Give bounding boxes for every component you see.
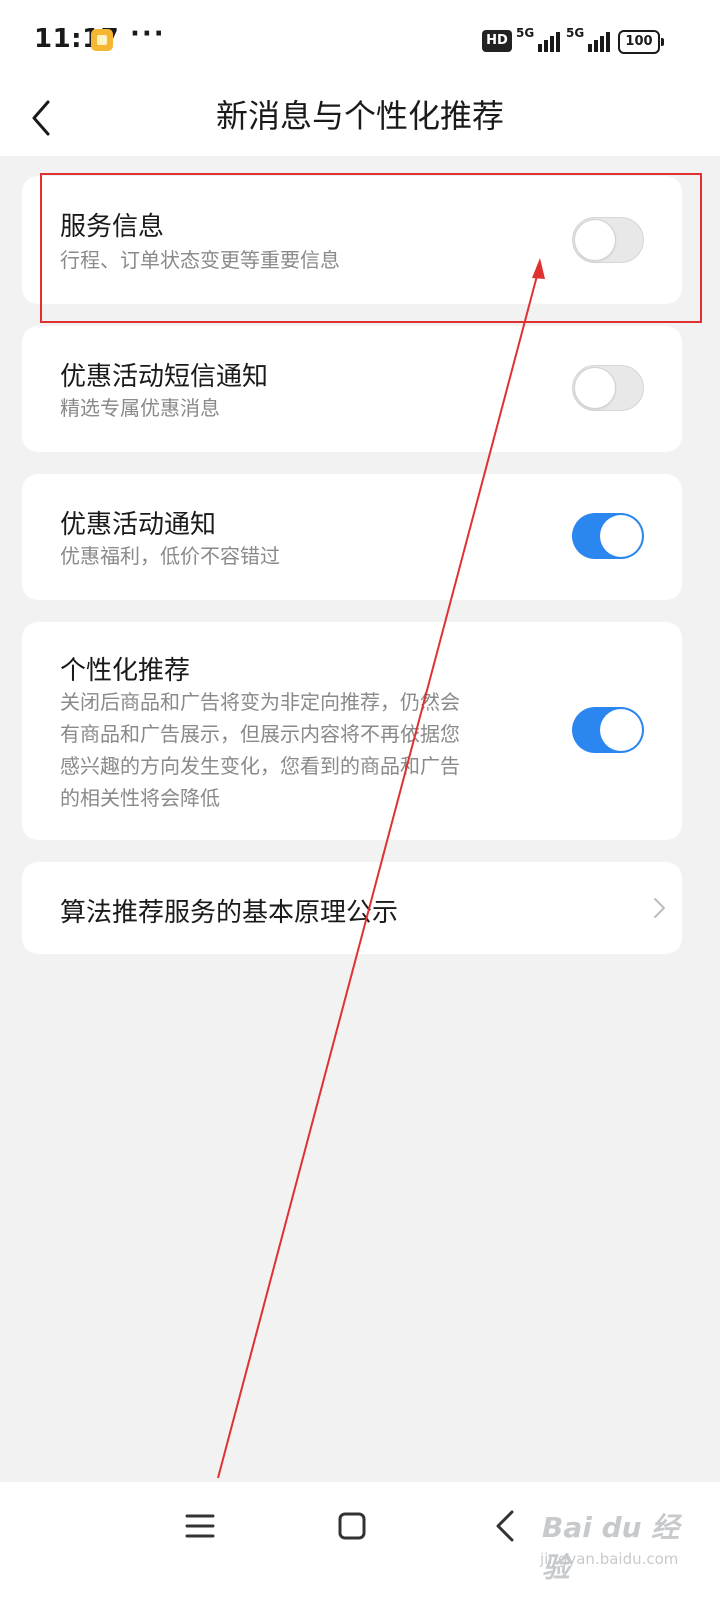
algorithm-principle-link[interactable]: 算法推荐服务的基本原理公示 [22, 862, 682, 954]
toggle-knob [600, 515, 642, 557]
setting-title: 优惠活动通知 [60, 510, 217, 540]
description-line: 关闭后商品和广告将变为非定向推荐，仍然会 [60, 690, 460, 714]
link-title: 算法推荐服务的基本原理公示 [60, 898, 399, 928]
toggle-knob [574, 219, 616, 261]
system-nav-bar [0, 1482, 720, 1600]
signal-strength-icon-2: 5G [566, 26, 614, 52]
battery-icon: 100 [618, 30, 664, 54]
setting-description: 优惠福利，低价不容错过 [60, 544, 280, 568]
notification-icon [91, 29, 113, 51]
personalized-recommend-toggle[interactable] [572, 707, 644, 753]
nav-home-button[interactable] [330, 1504, 374, 1548]
setting-card-personalized: 个性化推荐 关闭后商品和广告将变为非定向推荐，仍然会 有商品和广告展示，但展示内… [22, 622, 682, 840]
nav-menu-button[interactable] [178, 1504, 222, 1548]
setting-title: 优惠活动短信通知 [60, 362, 269, 392]
description-line: 感兴趣的方向发生变化，您看到的商品和广告 [60, 754, 460, 778]
promo-notify-toggle[interactable] [572, 513, 644, 559]
setting-description: 精选专属优惠消息 [60, 396, 220, 420]
network-type-label-2: 5G [566, 26, 585, 40]
status-bar: 11:17 ··· HD 5G 5G 100 [0, 0, 720, 80]
setting-description: 关闭后商品和广告将变为非定向推荐，仍然会 有商品和广告展示，但展示内容将不再依据… [60, 686, 460, 814]
back-triangle-icon [496, 1510, 514, 1542]
setting-title: 服务信息 [60, 212, 165, 242]
page-title: 新消息与个性化推荐 [215, 97, 504, 135]
toggle-knob [574, 367, 616, 409]
promo-sms-toggle[interactable] [572, 365, 644, 411]
service-info-toggle[interactable] [572, 217, 644, 263]
signal-strength-icon-1: 5G [516, 26, 564, 52]
nav-back-button[interactable] [484, 1504, 528, 1548]
chevron-right-icon [654, 898, 665, 918]
toggle-knob [600, 709, 642, 751]
description-line: 的相关性将会降低 [60, 786, 220, 810]
setting-title: 个性化推荐 [60, 656, 191, 686]
hd-voice-icon: HD [482, 30, 512, 52]
square-icon [338, 1512, 366, 1540]
more-notifications-icon: ··· [130, 19, 166, 49]
setting-card-service-info: 服务信息 行程、订单状态变更等重要信息 [22, 176, 682, 304]
setting-card-promo-notify: 优惠活动通知 优惠福利，低价不容错过 [22, 474, 682, 600]
setting-card-promo-sms: 优惠活动短信通知 精选专属优惠消息 [22, 326, 682, 452]
setting-description: 行程、订单状态变更等重要信息 [60, 248, 340, 272]
description-line: 有商品和广告展示，但展示内容将不再依据您 [60, 722, 460, 746]
menu-icon [185, 1514, 215, 1538]
page-header: 新消息与个性化推荐 [0, 80, 720, 156]
network-type-label-1: 5G [516, 26, 535, 40]
